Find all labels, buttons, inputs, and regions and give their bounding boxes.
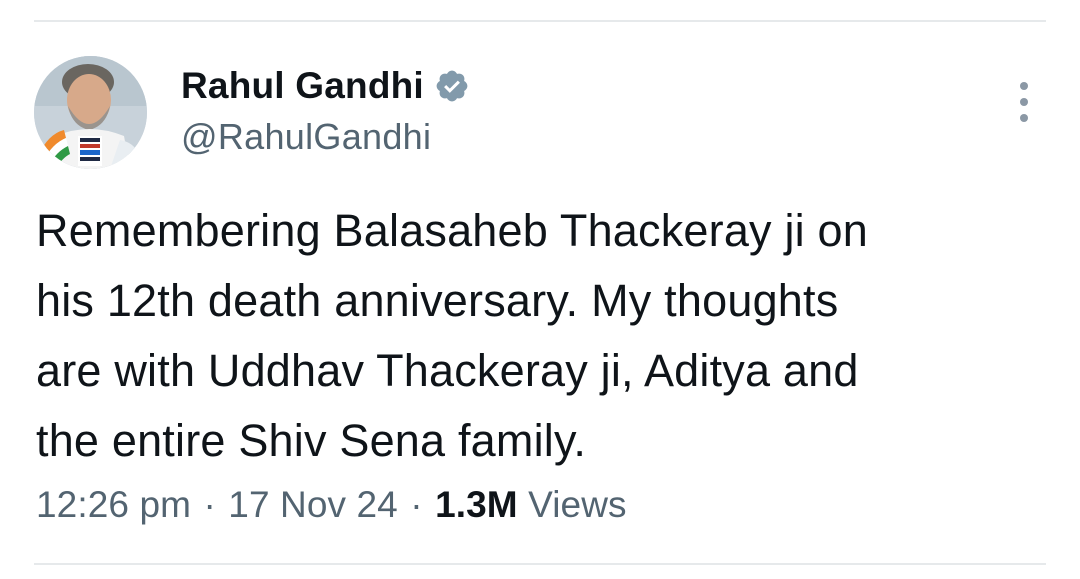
tweet-meta: 12:26 pm · 17 Nov 24 · 1.3M Views xyxy=(36,484,627,526)
tweet-author[interactable]: Rahul Gandhi @RahulGandhi xyxy=(181,62,470,158)
tweet-text-line: Remembering Balasaheb Thackeray ji on xyxy=(36,205,869,256)
avatar[interactable] xyxy=(34,56,147,169)
views-count[interactable]: 1.3M xyxy=(435,484,518,525)
more-vertical-icon xyxy=(1020,114,1028,122)
author-name-row: Rahul Gandhi xyxy=(181,62,470,110)
tweet-time[interactable]: 12:26 pm xyxy=(36,484,191,525)
tweet-date[interactable]: 17 Nov 24 xyxy=(228,484,398,525)
author-display-name[interactable]: Rahul Gandhi xyxy=(181,65,424,107)
tweet-text: Remembering Balasaheb Thackeray ji on hi… xyxy=(36,196,1046,476)
divider-top xyxy=(34,20,1046,22)
meta-separator: · xyxy=(410,484,423,525)
more-vertical-icon xyxy=(1020,82,1028,90)
views-label[interactable]: Views xyxy=(528,484,627,525)
meta-separator: · xyxy=(203,484,216,525)
avatar-photo xyxy=(34,56,147,169)
tweet-text-line: the entire Shiv Sena family. xyxy=(36,415,587,466)
verified-badge-icon xyxy=(436,70,468,102)
tweet-text-line: his 12th death anniversary. My thoughts xyxy=(36,275,839,326)
author-handle[interactable]: @RahulGandhi xyxy=(181,116,470,158)
more-vertical-icon xyxy=(1020,98,1028,106)
more-options-button[interactable] xyxy=(1012,82,1036,122)
divider-bottom xyxy=(34,563,1046,565)
tweet-text-line: are with Uddhav Thackeray ji, Aditya and xyxy=(36,345,859,396)
